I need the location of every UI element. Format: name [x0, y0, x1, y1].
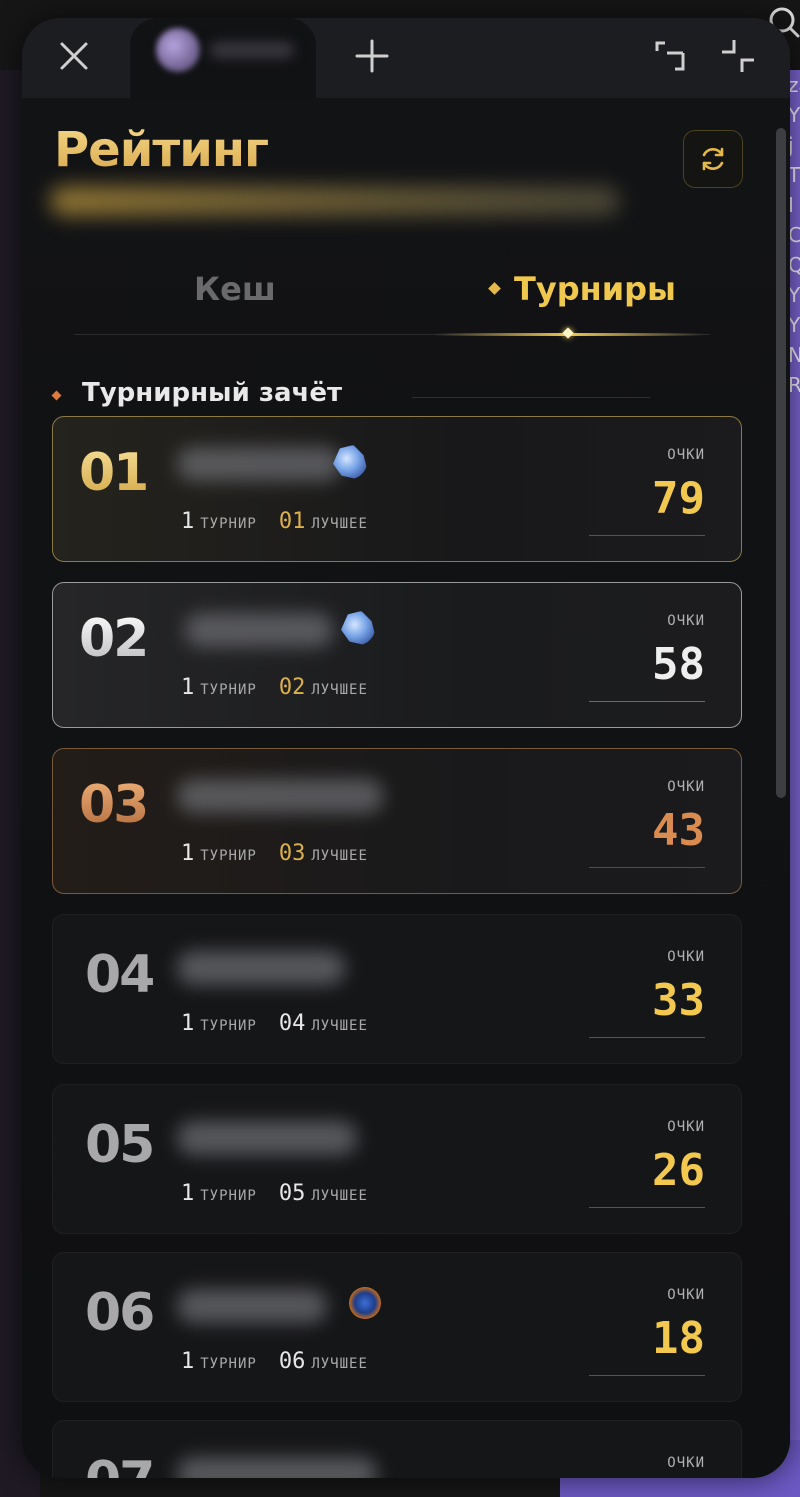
rank-number: 04	[85, 945, 155, 1005]
rank-number: 03	[79, 775, 149, 835]
page-subtitle-blurred	[50, 186, 620, 216]
player-name-blurred	[177, 1289, 327, 1323]
scrollbar[interactable]	[776, 128, 786, 798]
points-label: ОЧКИ	[667, 949, 705, 965]
refresh-icon	[702, 147, 724, 171]
best-place: 01	[278, 509, 306, 534]
refresh-button[interactable]	[683, 130, 743, 188]
tab-cash[interactable]: Кеш	[194, 270, 276, 308]
shield-icon	[349, 1287, 381, 1319]
best-place: 06	[278, 1349, 306, 1374]
leaderboard-row[interactable]: 06 1 ТУРНИР 06 ЛУЧШЕЕ ОЧКИ 18	[52, 1252, 742, 1402]
row-stats: 1 ТУРНИР 06 ЛУЧШЕЕ	[181, 1349, 368, 1375]
row-stats: 1 ТУРНИР 02 ЛУЧШЕЕ	[181, 675, 368, 701]
points-underline	[589, 701, 705, 702]
page-title: Рейтинг	[54, 122, 269, 178]
tab-tournaments[interactable]: Турниры	[514, 270, 676, 308]
leaderboard-row[interactable]: 03 1 ТУРНИР 03 ЛУЧШЕЕ ОЧКИ 43	[52, 748, 742, 894]
player-name-blurred	[177, 951, 345, 985]
tournament-label: ТУРНИР	[200, 1188, 257, 1204]
points-underline	[589, 535, 705, 536]
add-tab-button[interactable]	[342, 26, 402, 86]
tournament-count: 1	[181, 1011, 195, 1036]
window-header	[22, 18, 790, 108]
points-underline	[589, 1207, 705, 1208]
active-app-tab[interactable]	[130, 18, 316, 108]
best-place: 04	[278, 1011, 306, 1036]
rank-number: 05	[85, 1115, 155, 1175]
close-icon	[60, 42, 88, 70]
section-diamond-icon	[51, 390, 62, 401]
tournament-count: 1	[181, 1349, 195, 1374]
leaderboard-row[interactable]: 02 1 ТУРНИР 02 ЛУЧШЕЕ ОЧКИ 58	[52, 582, 742, 728]
player-name-blurred	[177, 1121, 357, 1155]
points-value: 26	[652, 1145, 705, 1196]
active-tab-indicator-diamond-icon	[562, 327, 574, 339]
tournament-label: ТУРНИР	[200, 848, 257, 864]
best-label: ЛУЧШЕЕ	[311, 848, 368, 864]
points-label: ОЧКИ	[667, 1119, 705, 1135]
best-label: ЛУЧШЕЕ	[311, 1018, 368, 1034]
points-value: 18	[652, 1313, 705, 1364]
tournament-label: ТУРНИР	[200, 1018, 257, 1034]
tournament-label: ТУРНИР	[200, 682, 257, 698]
rank-number: 06	[85, 1283, 155, 1343]
rating-tabs: Кеш Турниры	[74, 248, 710, 339]
points-value: 43	[652, 805, 705, 856]
active-tab-diamond-icon	[488, 282, 501, 295]
tournament-label: ТУРНИР	[200, 1356, 257, 1372]
player-name-blurred	[177, 1457, 377, 1478]
tournament-count: 1	[181, 841, 195, 866]
points-underline	[589, 1037, 705, 1038]
player-name-blurred	[177, 447, 341, 481]
mini-app-window: Рейтинг Кеш Турниры Турнирный зачёт 01 1…	[22, 18, 790, 1478]
points-underline	[589, 867, 705, 868]
leaderboard-row[interactable]: 05 1 ТУРНИР 05 ЛУЧШЕЕ ОЧКИ 26	[52, 1084, 742, 1234]
minimize-icon	[655, 41, 685, 71]
plus-icon	[355, 39, 389, 73]
expand-icon	[722, 40, 754, 72]
rank-number: 07	[85, 1451, 155, 1478]
app-title-blurred	[210, 42, 294, 58]
tournament-count: 1	[181, 1181, 195, 1206]
leaderboard-row[interactable]: 07 ОЧКИ	[52, 1420, 742, 1478]
points-label: ОЧКИ	[667, 1455, 705, 1471]
best-place: 03	[278, 841, 306, 866]
points-label: ОЧКИ	[667, 1287, 705, 1303]
app-avatar	[156, 28, 200, 72]
best-place: 05	[278, 1181, 306, 1206]
section-divider	[412, 397, 650, 398]
crystal-icon	[341, 611, 375, 645]
row-stats: 1 ТУРНИР 04 ЛУЧШЕЕ	[181, 1011, 368, 1037]
tournament-count: 1	[181, 675, 195, 700]
rank-number: 01	[79, 443, 149, 503]
rank-number: 02	[79, 609, 149, 669]
points-value: 58	[652, 639, 705, 690]
best-label: ЛУЧШЕЕ	[311, 682, 368, 698]
minimize-button[interactable]	[640, 26, 700, 86]
section-title: Турнирный зачёт	[82, 378, 343, 408]
points-label: ОЧКИ	[667, 613, 705, 629]
points-value: 33	[652, 975, 705, 1026]
points-label: ОЧКИ	[667, 447, 705, 463]
tournament-count: 1	[181, 509, 195, 534]
best-place: 02	[278, 675, 306, 700]
points-label: ОЧКИ	[667, 779, 705, 795]
points-underline	[589, 1375, 705, 1376]
player-name-blurred	[185, 613, 333, 647]
tournament-label: ТУРНИР	[200, 516, 257, 532]
leaderboard-row[interactable]: 04 1 ТУРНИР 04 ЛУЧШЕЕ ОЧКИ 33	[52, 914, 742, 1064]
best-label: ЛУЧШЕЕ	[311, 1188, 368, 1204]
rating-content[interactable]: Рейтинг Кеш Турниры Турнирный зачёт 01 1…	[22, 98, 790, 1478]
expand-button[interactable]	[708, 26, 768, 86]
row-stats: 1 ТУРНИР 03 ЛУЧШЕЕ	[181, 841, 368, 867]
points-value: 79	[652, 473, 705, 524]
row-stats: 1 ТУРНИР 01 ЛУЧШЕЕ	[181, 509, 368, 535]
close-button[interactable]	[44, 26, 104, 86]
leaderboard-row[interactable]: 01 1 ТУРНИР 01 ЛУЧШЕЕ ОЧКИ 79	[52, 416, 742, 562]
player-name-blurred	[177, 779, 383, 813]
best-label: ЛУЧШЕЕ	[311, 1356, 368, 1372]
best-label: ЛУЧШЕЕ	[311, 516, 368, 532]
row-stats: 1 ТУРНИР 05 ЛУЧШЕЕ	[181, 1181, 368, 1207]
